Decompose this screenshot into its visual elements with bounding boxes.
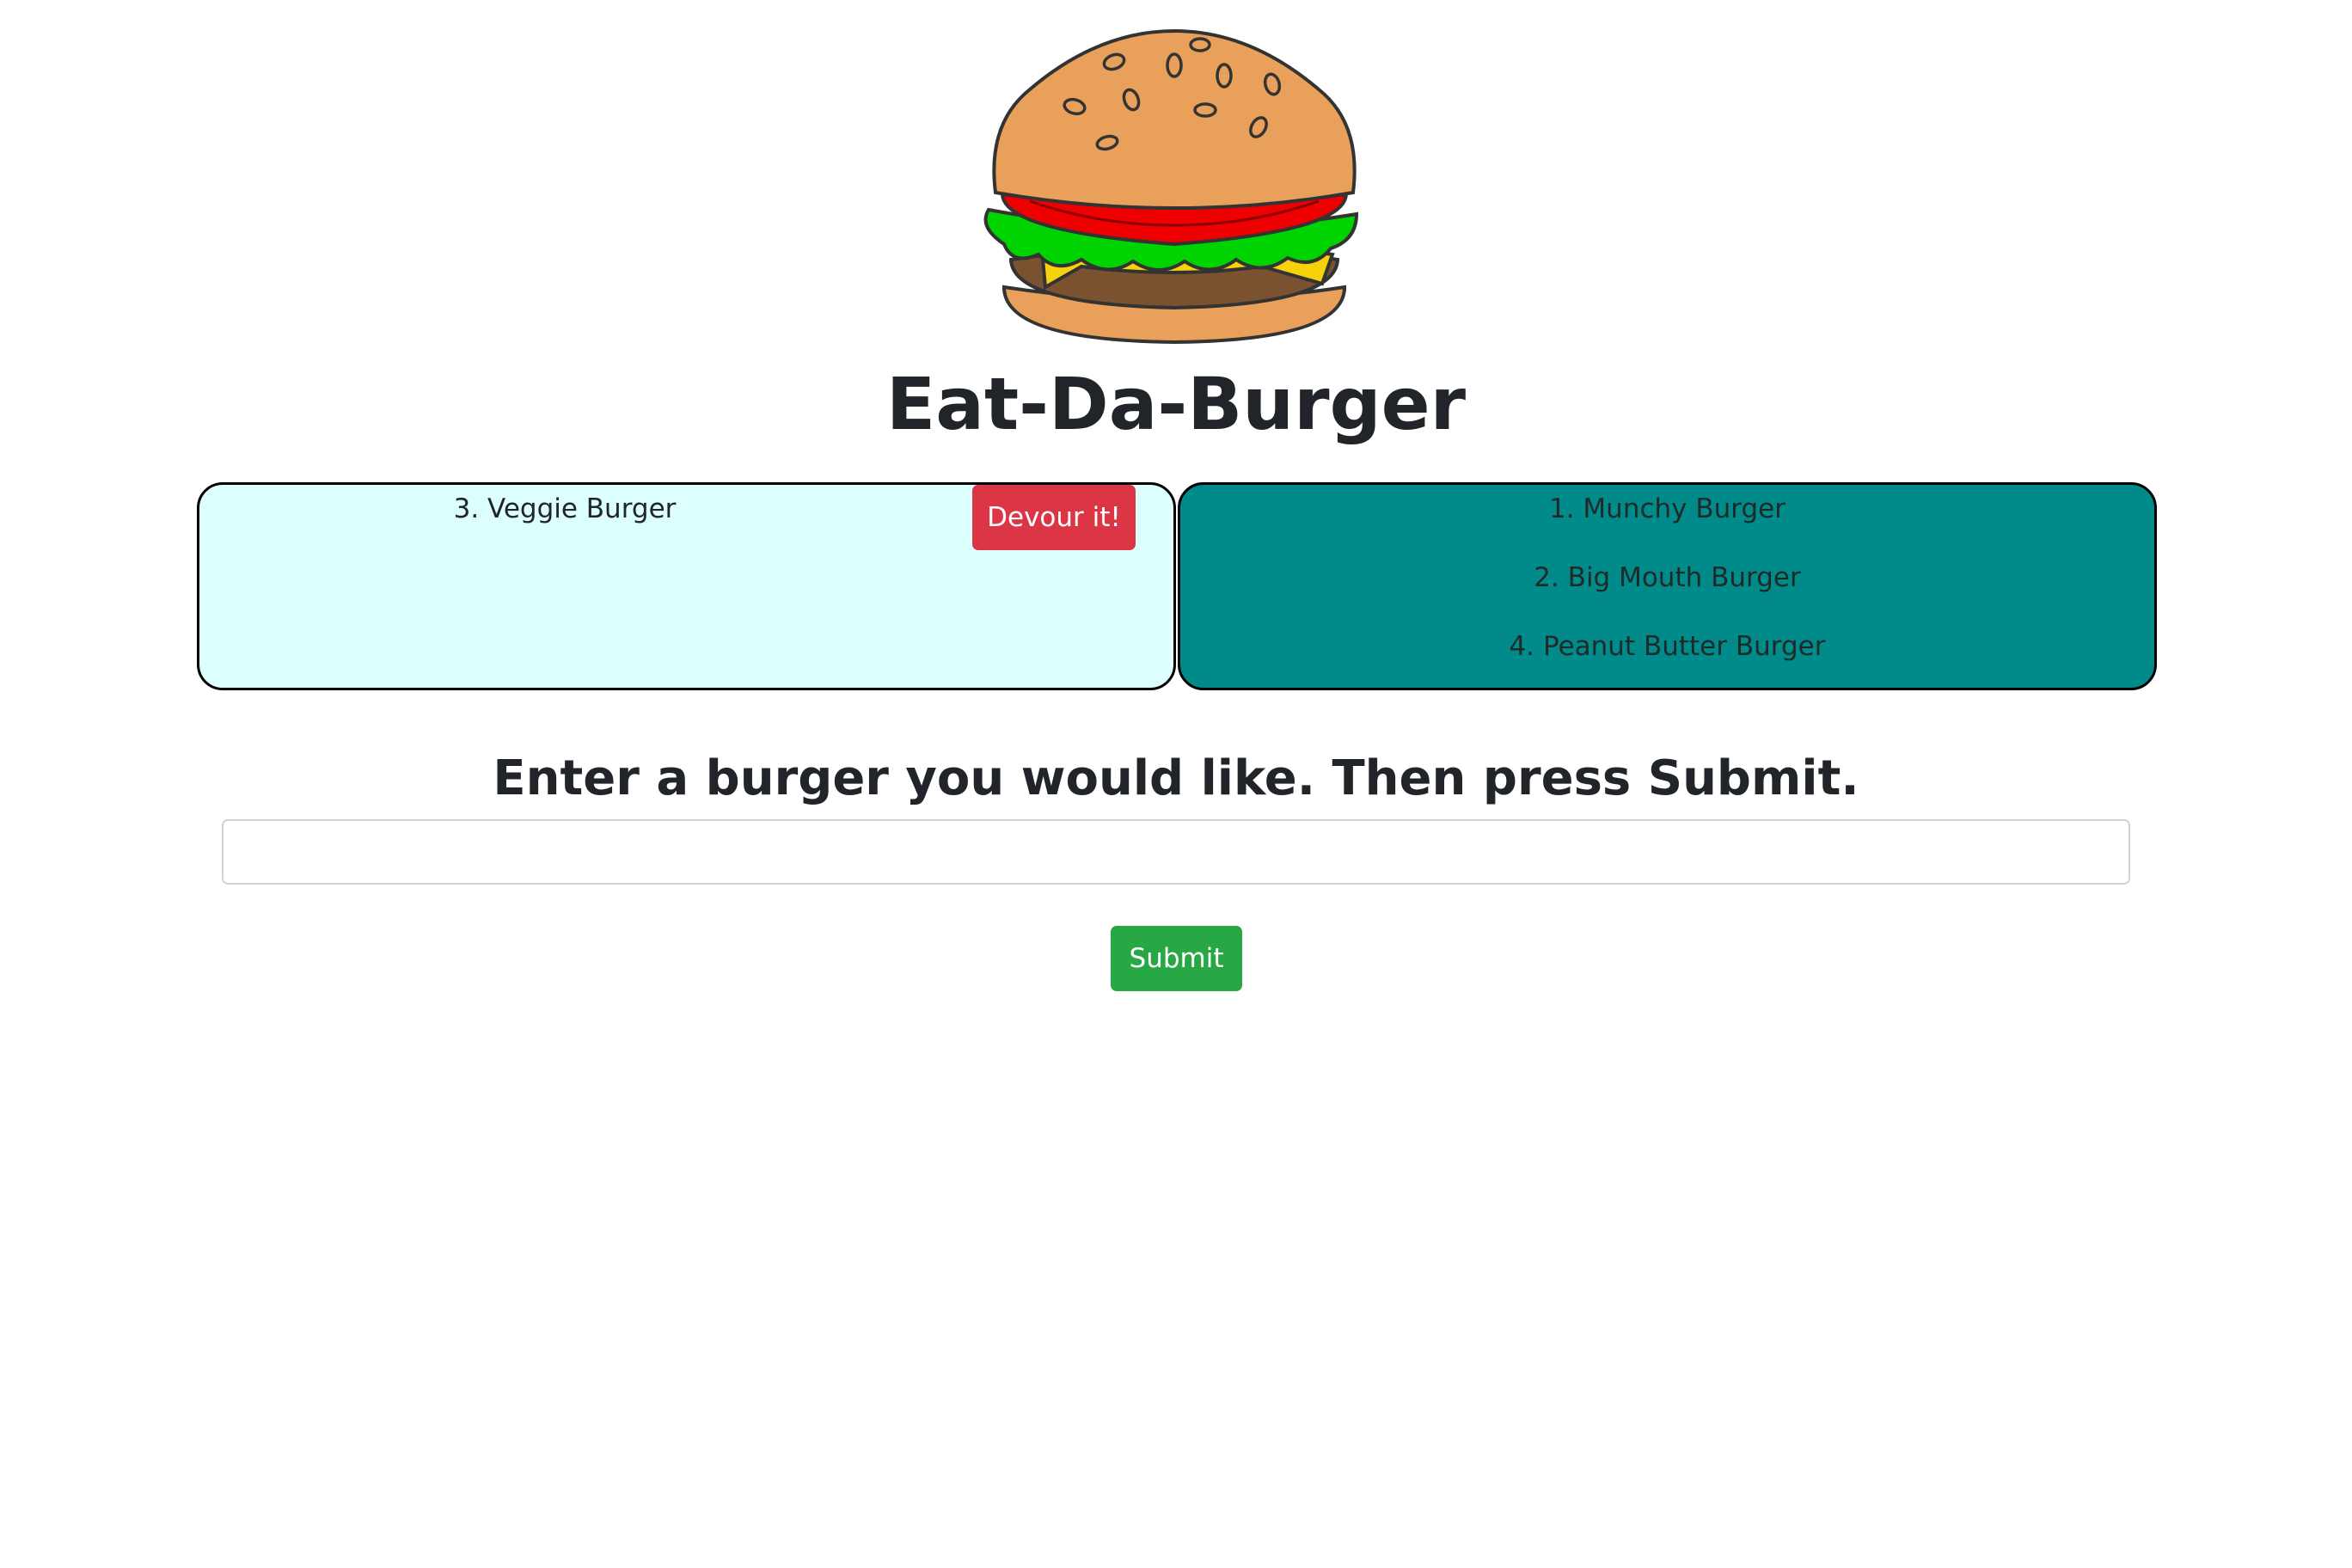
devoured-burger-item: 1. Munchy Burger (1549, 493, 1785, 524)
burger-item: 3. Veggie Burger (453, 493, 677, 524)
devoured-burger-list: 1. Munchy Burger 2. Big Mouth Burger 4. … (1180, 492, 2154, 698)
undevoured-burgers-panel: 3. Veggie Burger Devour it! (197, 482, 1176, 690)
devoured-burgers-panel: 1. Munchy Burger 2. Big Mouth Burger 4. … (1178, 482, 2157, 690)
devoured-burger-item: 4. Peanut Butter Burger (1509, 631, 1826, 662)
burger-name-input[interactable] (222, 819, 2130, 885)
hamburger-icon (983, 29, 1359, 345)
form-prompt: Enter a burger you would like. Then pres… (493, 750, 1859, 806)
page-title: Eat-Da-Burger (885, 362, 1467, 446)
devoured-burger-item: 2. Big Mouth Burger (1534, 562, 1801, 593)
devour-button[interactable]: Devour it! (972, 485, 1136, 550)
page: Eat-Da-Burger 3. Veggie Burger Devour it… (0, 0, 2352, 1568)
submit-button[interactable]: Submit (1111, 926, 1242, 991)
